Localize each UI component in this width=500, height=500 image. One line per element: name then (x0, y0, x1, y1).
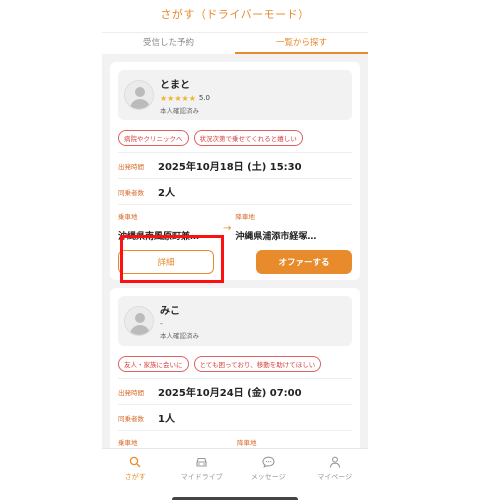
locations: 乗車地 降車地 (118, 437, 352, 447)
tag-list: 病院やクリニックへ 状況次第で乗せてくれると嬉しい (118, 130, 352, 146)
passengers-row: 同乗者数 1人 (118, 405, 352, 431)
nav-label: マイドライブ (180, 473, 223, 481)
passengers-row: 同乗者数 2人 (118, 179, 352, 205)
verified-label: 本人確認済み (160, 106, 199, 115)
purpose-tag: 病院やクリニックへ (118, 130, 189, 146)
dropoff-label: 降車地 (235, 213, 255, 221)
nav-label: メッセージ (250, 473, 286, 481)
purpose-tag: 友人・家族に会いに (118, 356, 189, 372)
avatar (124, 306, 154, 336)
urgency-tag: とても困っており、移動を助けてほしい (193, 356, 322, 372)
departure-label: 出発時間 (118, 388, 144, 397)
rating: ★★★★★ 5.0 (160, 94, 210, 103)
highlight-box (120, 235, 224, 283)
request-card: みこ - 本人確認済み 友人・家族に会いに とても困っており、移動を助けてほしい… (110, 288, 360, 448)
nav-my-page[interactable]: マイページ (302, 449, 369, 500)
passengers-label: 同乗者数 (118, 414, 144, 423)
avatar (124, 80, 154, 110)
tab-bar: 受信した予約 一覧から探す (102, 32, 368, 54)
dropoff-label: 降車地 (237, 439, 257, 447)
verified-label: 本人確認済み (160, 332, 199, 340)
rating-empty: - (160, 319, 163, 328)
chat-icon (261, 455, 275, 469)
search-icon (128, 455, 142, 469)
departure-label: 出発時間 (118, 162, 144, 171)
nav-label: さがす (124, 473, 146, 481)
tab-search-list[interactable]: 一覧から探す (235, 33, 368, 54)
arrow-right-icon: → (223, 223, 232, 234)
nav-label: マイページ (317, 473, 353, 481)
user-name: とまと (160, 79, 190, 91)
departure-row: 出発時間 2025年10月18日 (土) 15:30 (118, 153, 352, 179)
star-rating-icon: ★★★★★ (160, 93, 196, 103)
passengers-label: 同乗者数 (118, 188, 144, 197)
dropoff-value: 沖縄県浦添市経塚… (235, 232, 317, 242)
nav-my-drive[interactable]: マイドライブ (169, 449, 236, 500)
rating-value: 5.0 (198, 94, 210, 102)
urgency-tag: 状況次第で乗せてくれると嬉しい (193, 130, 303, 146)
profile-box: とまと ★★★★★ 5.0 本人確認済み (118, 70, 352, 120)
departure-value: 2025年10月24日 (金) 07:00 (158, 388, 302, 399)
offer-button[interactable]: オファーする (256, 250, 352, 274)
bottom-nav: さがす マイドライブ メッセージ マイページ (102, 448, 368, 500)
departure-value: 2025年10月18日 (土) 15:30 (158, 162, 302, 173)
departure-row: 出発時間 2025年10月24日 (金) 07:00 (118, 379, 352, 405)
passengers-value: 2人 (158, 188, 175, 199)
profile-box: みこ - 本人確認済み (118, 296, 352, 346)
pickup-label: 乗車地 (118, 213, 138, 221)
user-name: みこ (160, 306, 180, 317)
person-icon (328, 455, 342, 469)
tag-list: 友人・家族に会いに とても困っており、移動を助けてほしい (118, 356, 352, 372)
nav-messages[interactable]: メッセージ (235, 449, 302, 500)
nav-search[interactable]: さがす (102, 449, 169, 500)
tab-received-reservations[interactable]: 受信した予約 (102, 33, 235, 54)
car-icon (195, 455, 209, 469)
pickup-label: 乗車地 (118, 439, 138, 447)
passengers-value: 1人 (158, 414, 175, 425)
page-title: さがす（ドライバーモード） (102, 0, 368, 32)
